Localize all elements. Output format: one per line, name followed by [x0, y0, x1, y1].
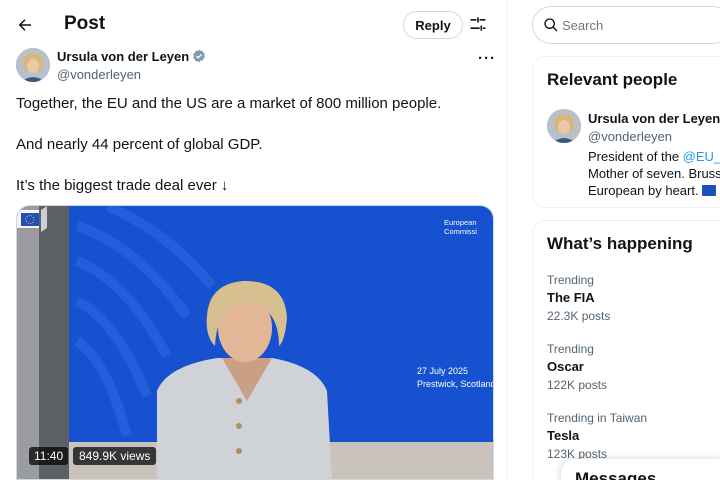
relevant-people-card: Relevant people Ursula von der Leyen @vo… — [532, 56, 720, 208]
video-duration: 11:40 — [29, 447, 69, 465]
video-place: Prestwick, Scotland — [417, 379, 494, 389]
post-header: Post Reply — [0, 0, 508, 50]
post-text-line: Together, the EU and the US are a market… — [16, 95, 442, 112]
filter-sliders-icon — [470, 17, 486, 31]
whats-happening-card: What’s happening Trending The FIA 22.3K … — [532, 220, 720, 480]
whats-happening-title: What’s happening — [547, 234, 693, 253]
author-avatar[interactable] — [16, 48, 50, 82]
trend-context: Trending in Taiwan — [547, 411, 648, 425]
logo-text-line: European — [444, 218, 477, 227]
eu-flag-icon — [702, 185, 717, 196]
relevant-person-avatar[interactable] — [547, 109, 581, 143]
post-author: Ursula von der Leyen @vonderleyen ··· — [16, 48, 496, 84]
post-text-line: It’s the biggest trade deal ever ↓ — [16, 177, 229, 194]
relevant-person-bio: President of the @EU_C — [588, 149, 720, 164]
back-arrow-icon — [18, 19, 31, 31]
more-button[interactable]: ··· — [478, 50, 496, 67]
messages-title: Messages — [575, 469, 657, 480]
relevant-person-avatar-image — [547, 109, 581, 143]
bio-mention-link[interactable]: @EU_C — [683, 149, 720, 164]
video-views: 849.9K views — [73, 447, 157, 465]
verified-badge-icon — [193, 49, 206, 63]
author-handle[interactable]: @vonderleyen — [57, 67, 141, 82]
relevant-people-title: Relevant people — [547, 70, 678, 89]
more-icon: ··· — [478, 50, 496, 67]
post-text-line: And nearly 44 percent of global GDP. — [16, 136, 263, 153]
trend-count: 22.3K posts — [547, 309, 611, 323]
search-box[interactable] — [532, 6, 720, 44]
bio-text: European by heart. — [588, 183, 699, 198]
trend-context: Trending — [547, 342, 594, 356]
trend-item[interactable]: Trending The FIA 22.3K posts — [547, 273, 720, 323]
filter-button[interactable] — [468, 14, 490, 36]
logo-text: European Commissi — [444, 218, 477, 236]
video-frame — [17, 206, 493, 479]
trend-item[interactable]: Trending in Taiwan Tesla 123K posts — [547, 411, 720, 461]
post-video[interactable]: European Commissi 27 July 2025 Prestwick… — [16, 205, 494, 480]
relevant-person-name[interactable]: Ursula von der Leyen — [588, 111, 720, 126]
search-input[interactable] — [562, 18, 712, 33]
main-column: Post Reply Ursula von der Leyen @vonderl… — [0, 0, 508, 480]
author-avatar-image — [16, 48, 50, 82]
messages-drawer[interactable]: Messages — [561, 459, 720, 480]
author-name[interactable]: Ursula von der Leyen — [57, 49, 206, 64]
page-title: Post — [64, 13, 106, 34]
trend-item[interactable]: Trending Oscar 122K posts — [547, 342, 720, 392]
trend-count: 122K posts — [547, 378, 608, 392]
trend-name: The FIA — [547, 290, 595, 305]
reply-button[interactable]: Reply — [403, 11, 463, 39]
relevant-person-bio: Mother of seven. Bruss — [588, 166, 720, 181]
bio-text: President of the — [588, 149, 683, 164]
trend-name: Tesla — [547, 428, 580, 443]
author-name-text[interactable]: Ursula von der Leyen — [57, 49, 189, 64]
logo-text-line: Commissi — [444, 227, 477, 236]
search-icon — [544, 18, 558, 32]
relevant-person-handle[interactable]: @vonderleyen — [588, 129, 672, 144]
trend-context: Trending — [547, 273, 594, 287]
back-button[interactable] — [12, 12, 38, 38]
trend-name: Oscar — [547, 359, 584, 374]
relevant-person-bio: European by heart. — [588, 183, 717, 198]
eu-commission-logo — [17, 206, 47, 232]
video-date: 27 July 2025 — [417, 366, 469, 376]
